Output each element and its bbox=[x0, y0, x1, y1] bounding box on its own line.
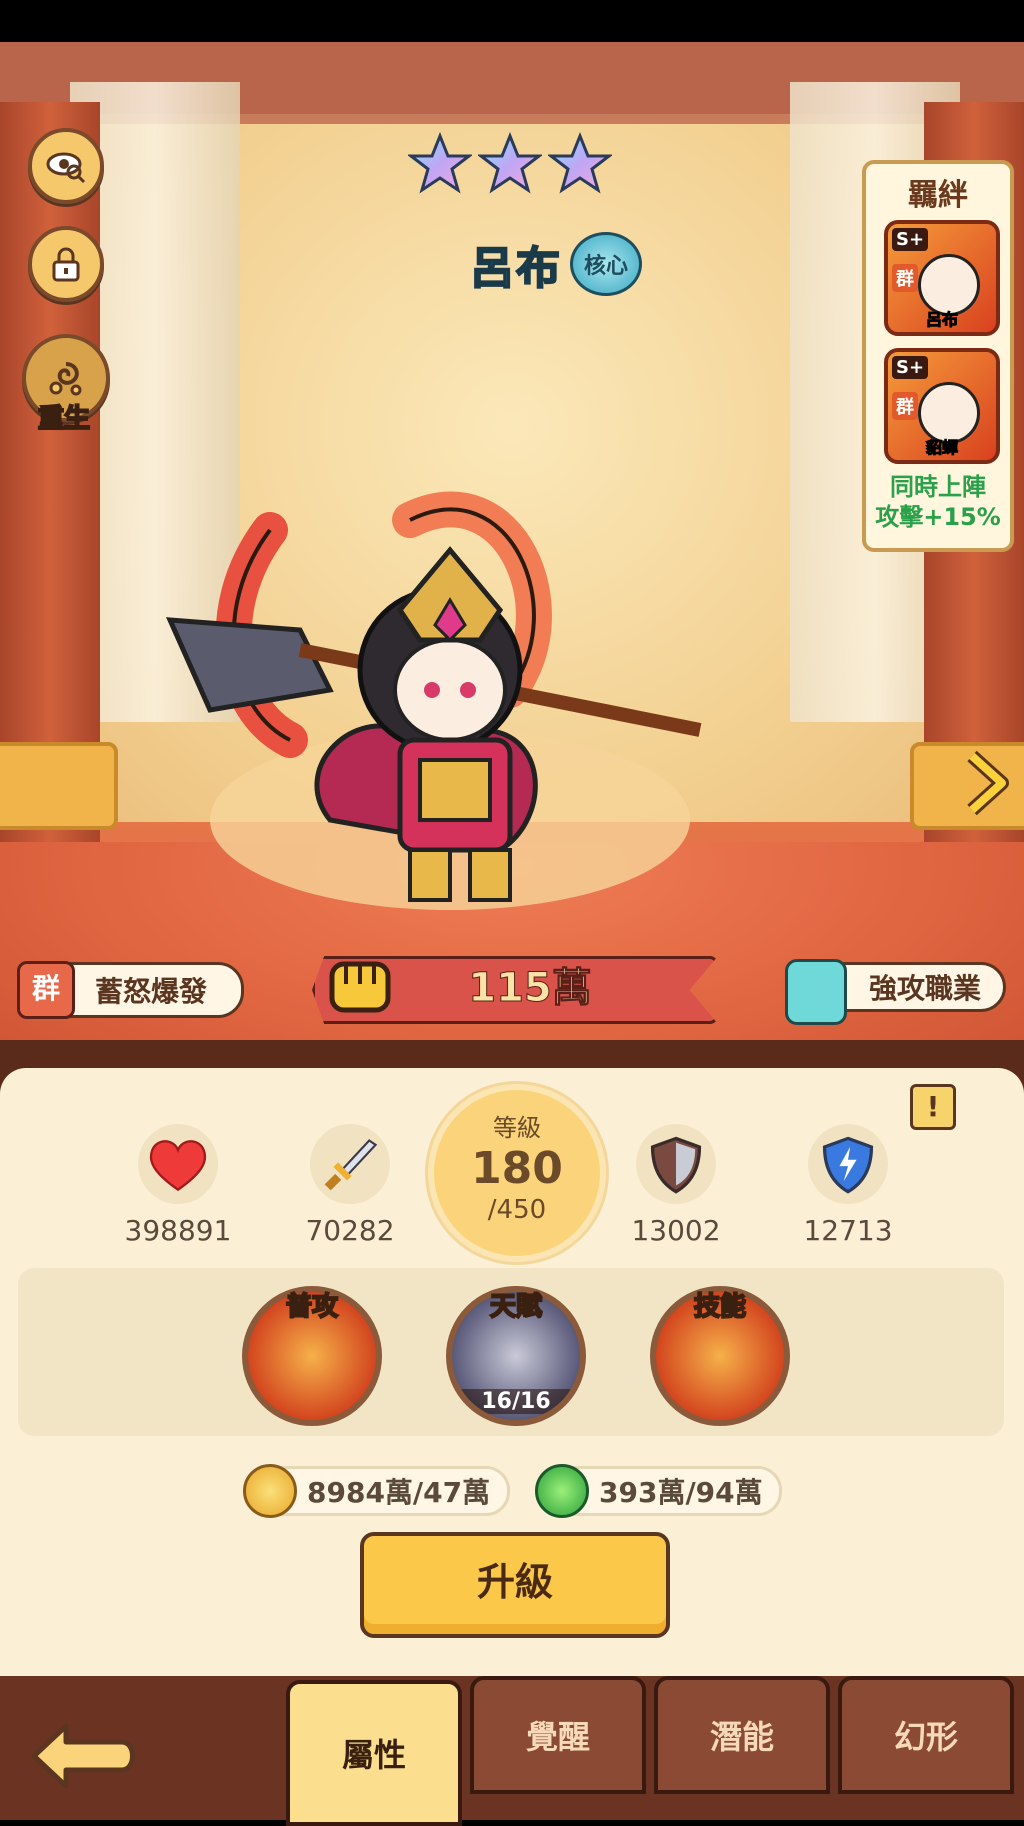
rank-badge: S+ bbox=[892, 356, 929, 379]
tab-attributes[interactable]: 屬性 bbox=[286, 1680, 462, 1826]
star-icon bbox=[408, 132, 472, 194]
exp-value: 393萬/94萬 bbox=[599, 1476, 763, 1509]
magic-defense-stat: 12713 bbox=[778, 1124, 918, 1247]
skill-normal-attack[interactable]: 普攻 bbox=[242, 1286, 382, 1426]
skill-label: 普攻 bbox=[285, 1291, 339, 1323]
view-button[interactable] bbox=[28, 128, 104, 204]
bond-card-name: 貂蟬 bbox=[925, 438, 958, 458]
back-arrow-icon[interactable] bbox=[26, 1716, 136, 1796]
class-label: 強攻職業 bbox=[868, 972, 981, 1005]
upgrade-button[interactable]: 升級 bbox=[360, 1532, 670, 1638]
rebirth-swirl-icon bbox=[49, 362, 82, 396]
rebirth-label: 重生 bbox=[37, 403, 91, 435]
fist-power-icon bbox=[329, 961, 391, 1013]
attack-value: 70282 bbox=[305, 1214, 395, 1247]
lock-icon bbox=[52, 247, 80, 282]
gold-resource: 8984萬/47萬 bbox=[243, 1464, 510, 1518]
left-pillar-base bbox=[0, 742, 118, 830]
core-badge: 核心 bbox=[570, 232, 642, 296]
eye-search-icon bbox=[46, 152, 86, 184]
bond-panel[interactable]: 羈絆 S+ 群 呂布 S+ 群 貂蟬 同時上陣 攻擊+15% bbox=[862, 160, 1014, 552]
defense-value: 13002 bbox=[631, 1214, 721, 1247]
faction-badge: 群 bbox=[892, 264, 918, 292]
bond-card[interactable]: S+ 群 貂蟬 bbox=[884, 348, 1000, 464]
gold-value: 8984萬/47萬 bbox=[307, 1476, 491, 1509]
bond-card-name: 呂布 bbox=[925, 310, 958, 330]
defense-stat: 13002 bbox=[606, 1124, 746, 1247]
lightning-shield-icon bbox=[808, 1124, 888, 1204]
tab-transform[interactable]: 幻形 bbox=[838, 1676, 1014, 1794]
next-hero-arrow-icon[interactable] bbox=[962, 748, 1012, 818]
faction-badge: 群 bbox=[17, 961, 75, 1019]
bond-effect-line1: 同時上陣 bbox=[890, 473, 986, 501]
talent-count: 16/16 bbox=[452, 1389, 580, 1414]
attack-stat: 70282 bbox=[280, 1124, 420, 1247]
level-value: 180 bbox=[471, 1143, 563, 1194]
skill-label: 天賦 bbox=[489, 1291, 543, 1323]
tab-awaken[interactable]: 覺醒 bbox=[470, 1676, 646, 1794]
level-max: /450 bbox=[487, 1195, 547, 1225]
level-label: 等級 bbox=[493, 1114, 541, 1142]
heart-icon bbox=[138, 1124, 218, 1204]
hp-value: 398891 bbox=[124, 1214, 232, 1247]
level-circle: 等級 180 /450 bbox=[428, 1084, 606, 1262]
rank-badge: S+ bbox=[892, 228, 929, 251]
class-pill[interactable]: 強攻職業 bbox=[785, 959, 1006, 1025]
tab-potential[interactable]: 潛能 bbox=[654, 1676, 830, 1794]
class-icon bbox=[785, 959, 847, 1025]
rage-burst-pill[interactable]: 群 蓄怒爆發 bbox=[17, 961, 244, 1019]
skill-active[interactable]: 技能 bbox=[650, 1286, 790, 1426]
star-icon bbox=[478, 132, 542, 194]
hero-character-art bbox=[166, 491, 702, 910]
shield-icon bbox=[636, 1124, 716, 1204]
exp-resource: 393萬/94萬 bbox=[535, 1464, 782, 1518]
skill-label: 技能 bbox=[693, 1291, 747, 1323]
skill-talent[interactable]: 16/16 天賦 bbox=[446, 1286, 586, 1426]
star-rating bbox=[408, 132, 612, 196]
hero-name: 呂布 bbox=[469, 242, 562, 295]
hp-stat: 398891 bbox=[108, 1124, 248, 1247]
star-icon bbox=[548, 132, 612, 194]
faction-badge: 群 bbox=[892, 392, 918, 420]
sword-icon bbox=[310, 1124, 390, 1204]
bond-effect-line2: 攻擊+15% bbox=[875, 503, 1001, 531]
exp-orb-icon bbox=[535, 1464, 589, 1518]
combat-power-value: 115萬 bbox=[468, 965, 593, 1012]
rage-burst-label: 蓄怒爆發 bbox=[95, 975, 208, 1008]
bond-card[interactable]: S+ 群 呂布 bbox=[884, 220, 1000, 336]
lock-button[interactable] bbox=[28, 226, 104, 302]
bond-effect: 同時上陣 攻擊+15% bbox=[866, 472, 1010, 532]
gold-coin-icon bbox=[243, 1464, 297, 1518]
bond-title: 羈絆 bbox=[908, 178, 968, 213]
magic-defense-value: 12713 bbox=[803, 1214, 893, 1247]
